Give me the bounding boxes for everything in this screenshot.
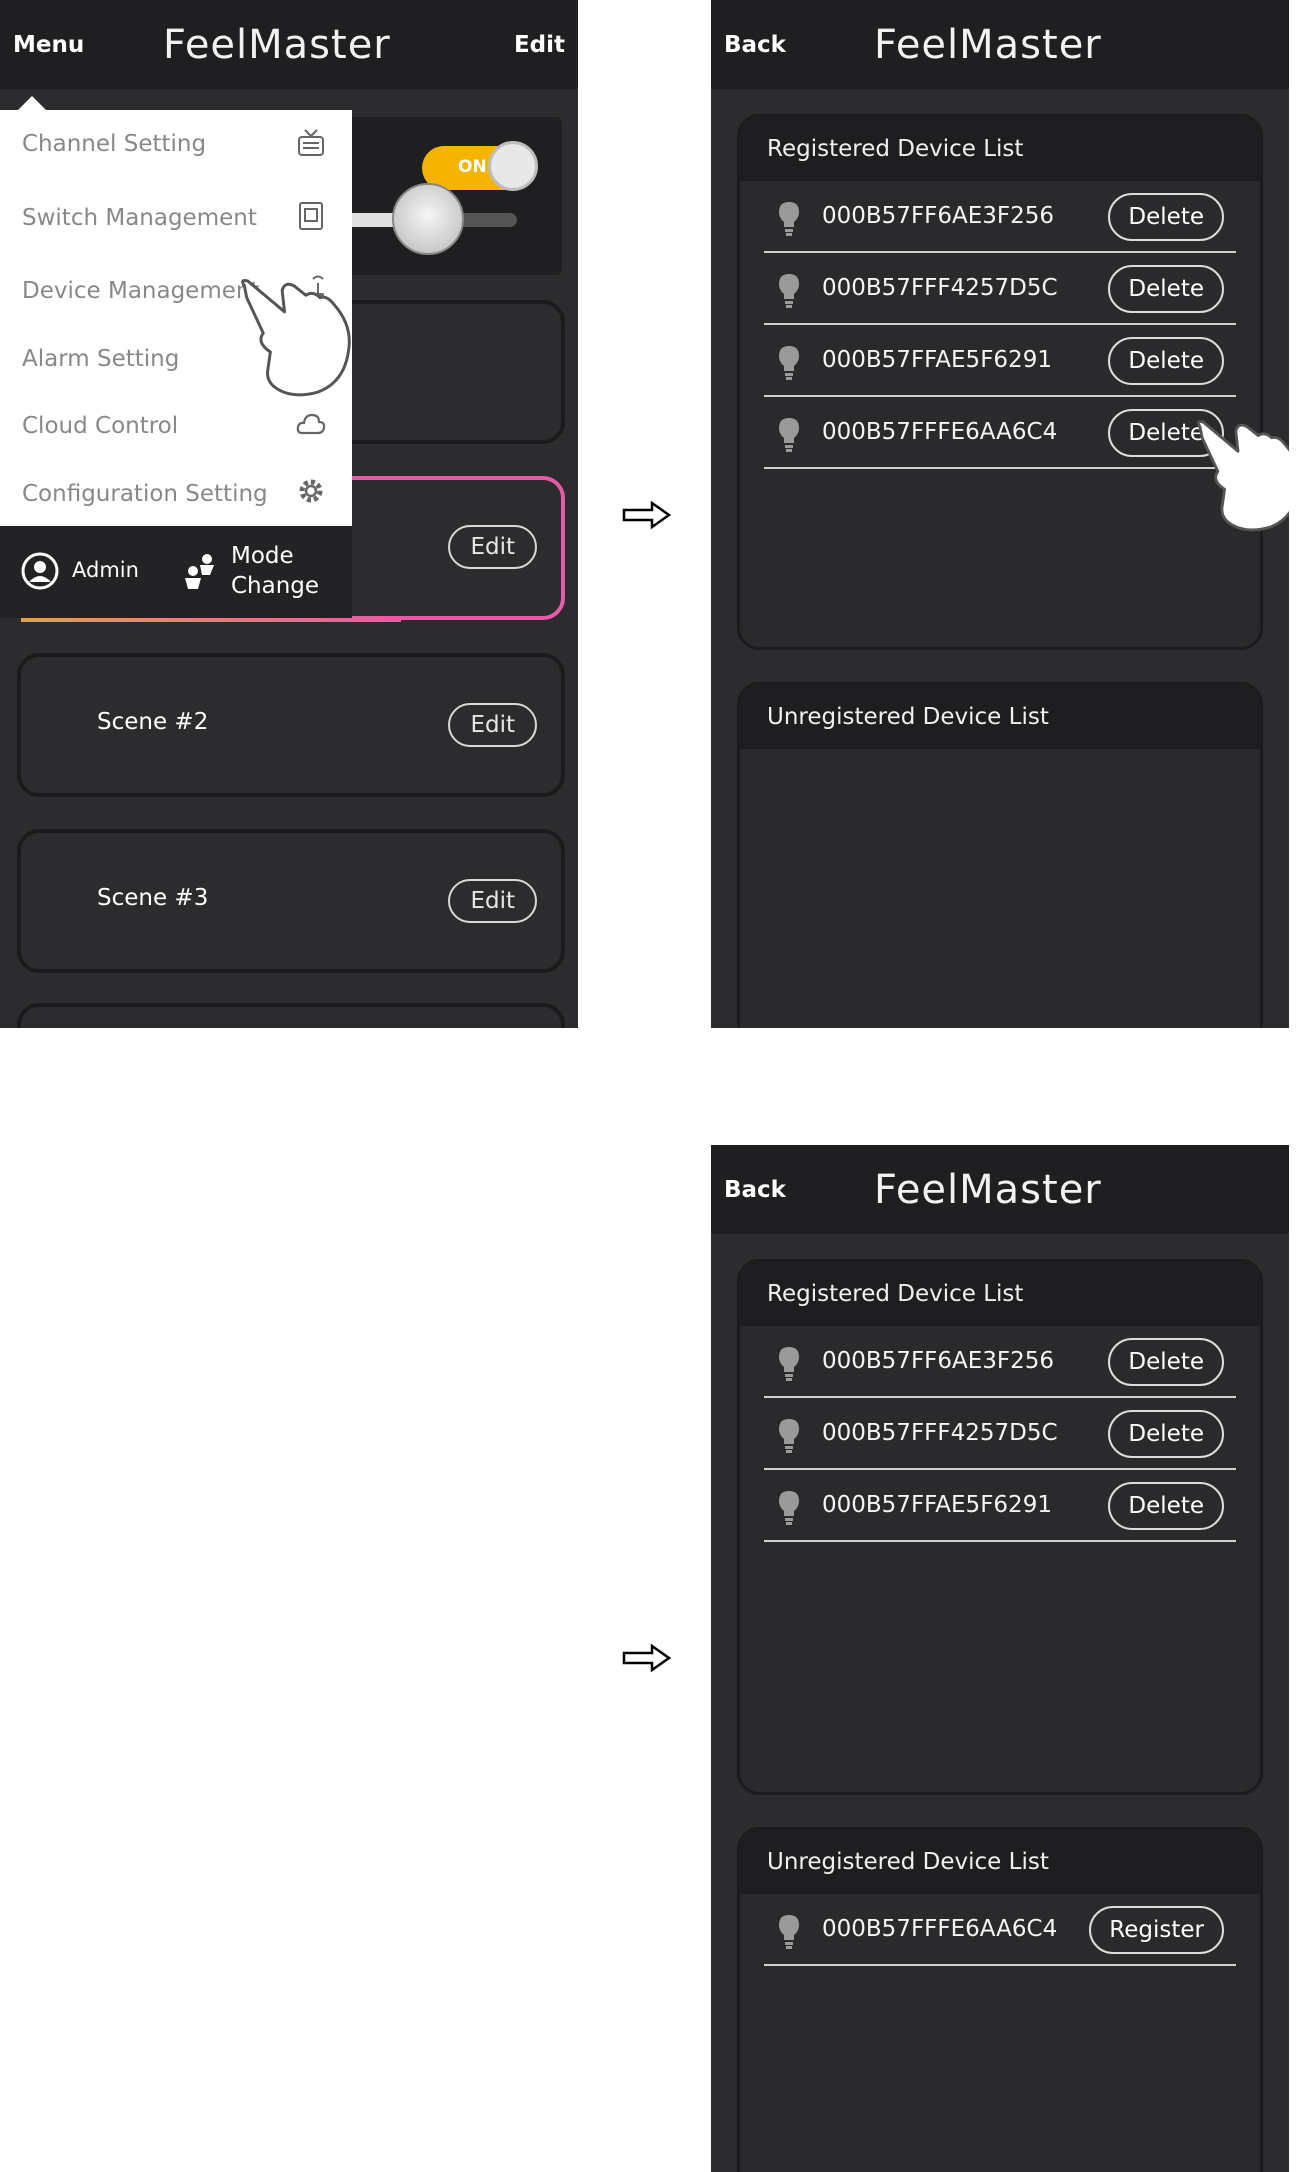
app-bar: Back FeelMaster	[711, 0, 1289, 89]
delete-button[interactable]: Delete	[1108, 193, 1224, 241]
device-id: 000B57FF6AE3F256	[822, 1348, 1055, 1374]
toggle-knob	[488, 141, 538, 191]
device-id: 000B57FFF4257D5C	[822, 275, 1058, 301]
scene-tile[interactable]: Scene #3 Edit	[17, 829, 565, 973]
app-bar: Menu FeelMaster Edit	[0, 0, 578, 89]
admin-icon	[21, 552, 59, 590]
scene-edit-button[interactable]: Edit	[448, 703, 537, 747]
arrow-right-icon	[622, 500, 672, 530]
device-row: 000B57FFF4257D5C Delete	[764, 253, 1236, 325]
bulb-icon	[779, 1419, 799, 1453]
scene-label: Scene #3	[97, 885, 209, 911]
registered-device-card: Registered Device List 000B57FF6AE3F256 …	[737, 114, 1263, 650]
device-id: 000B57FFF4257D5C	[822, 1420, 1058, 1446]
device-id: 000B57FF6AE3F256	[822, 203, 1055, 229]
slider-knob[interactable]	[392, 183, 464, 255]
menu-item-channel-setting[interactable]: Channel Setting	[22, 131, 206, 157]
menu-button[interactable]: Menu	[13, 32, 84, 58]
bulb-icon	[779, 202, 799, 236]
switch-icon	[299, 202, 323, 230]
power-toggle[interactable]: ON	[422, 141, 538, 191]
delete-button[interactable]: Delete	[1108, 1338, 1224, 1386]
device-row: 000B57FFFE6AA6C4 Register	[764, 1894, 1236, 1966]
mode-change-button[interactable]: Mode Change	[231, 541, 319, 601]
unregistered-device-list-title: Unregistered Device List	[740, 685, 1260, 749]
tv-icon	[298, 129, 324, 156]
delete-button[interactable]: Delete	[1108, 1410, 1224, 1458]
device-row: 000B57FFF4257D5C Delete	[764, 1398, 1236, 1470]
scene-tile[interactable]	[17, 1003, 565, 1028]
device-row: 000B57FF6AE3F256 Delete	[764, 1326, 1236, 1398]
toggle-label: ON	[458, 157, 487, 177]
brand-title: FeelMaster	[874, 22, 1102, 68]
app-bar: Back FeelMaster	[711, 1145, 1289, 1234]
tap-hand-icon	[241, 279, 351, 397]
bulb-icon	[779, 346, 799, 380]
back-button[interactable]: Back	[724, 32, 786, 58]
bulb-icon	[779, 274, 799, 308]
edit-button[interactable]: Edit	[514, 32, 565, 58]
menu-pointer	[18, 96, 46, 110]
device-row: 000B57FFAE5F6291 Delete	[764, 325, 1236, 397]
screen-main-menu: Menu FeelMaster Edit ON Edit Edit Scene …	[0, 0, 578, 1028]
registered-device-list-title: Registered Device List	[740, 117, 1260, 181]
gear-icon	[299, 479, 323, 503]
device-id: 000B57FFAE5F6291	[822, 1492, 1052, 1518]
tap-hand-icon	[1196, 420, 1289, 532]
delete-button[interactable]: Delete	[1108, 1482, 1224, 1530]
arrow-right-icon	[622, 1643, 672, 1673]
bulb-icon	[779, 418, 799, 452]
bulb-icon	[779, 1491, 799, 1525]
registered-device-list-title: Registered Device List	[740, 1262, 1260, 1326]
menu-item-cloud-control[interactable]: Cloud Control	[22, 413, 178, 439]
menu-item-device-management[interactable]: Device Management	[22, 278, 259, 304]
menu-item-alarm-setting[interactable]: Alarm Setting	[22, 346, 179, 372]
bulb-icon	[779, 1915, 799, 1949]
back-button[interactable]: Back	[724, 1177, 786, 1203]
mode-change-icon	[185, 554, 214, 589]
device-id: 000B57FFAE5F6291	[822, 347, 1052, 373]
screen-device-management: Back FeelMaster Registered Device List 0…	[711, 0, 1289, 1028]
scene-edit-button[interactable]: Edit	[448, 525, 537, 569]
cloud-icon	[296, 413, 326, 435]
admin-button[interactable]: Admin	[72, 558, 139, 582]
delete-button[interactable]: Delete	[1108, 337, 1224, 385]
scene-tile[interactable]: Scene #2 Edit	[17, 653, 565, 797]
scene-label: Scene #2	[97, 709, 209, 735]
unregistered-device-card: Unregistered Device List	[737, 682, 1263, 1028]
mode-change-line1: Mode	[231, 543, 294, 569]
menu-item-switch-management[interactable]: Switch Management	[22, 205, 257, 231]
scene-edit-button[interactable]: Edit	[448, 879, 537, 923]
unregistered-device-list-title: Unregistered Device List	[740, 1830, 1260, 1894]
device-row: 000B57FFFE6AA6C4 Delete	[764, 397, 1236, 469]
delete-button[interactable]: Delete	[1108, 265, 1224, 313]
registered-device-card: Registered Device List 000B57FF6AE3F256 …	[737, 1259, 1263, 1795]
register-button[interactable]: Register	[1089, 1906, 1224, 1954]
brand-title: FeelMaster	[874, 1167, 1102, 1213]
device-id: 000B57FFFE6AA6C4	[822, 1916, 1058, 1942]
unregistered-device-card: Unregistered Device List 000B57FFFE6AA6C…	[737, 1827, 1263, 2172]
device-row: 000B57FFAE5F6291 Delete	[764, 1470, 1236, 1542]
device-id: 000B57FFFE6AA6C4	[822, 419, 1058, 445]
device-row: 000B57FF6AE3F256 Delete	[764, 181, 1236, 253]
brand-title: FeelMaster	[163, 22, 391, 68]
bulb-icon	[779, 1347, 799, 1381]
menu-item-configuration-setting[interactable]: Configuration Setting	[22, 481, 268, 507]
screen-device-management-updated: Back FeelMaster Registered Device List 0…	[711, 1145, 1289, 2172]
menu-footer: Admin Mode Change	[0, 526, 352, 618]
mode-change-line2: Change	[231, 573, 320, 599]
